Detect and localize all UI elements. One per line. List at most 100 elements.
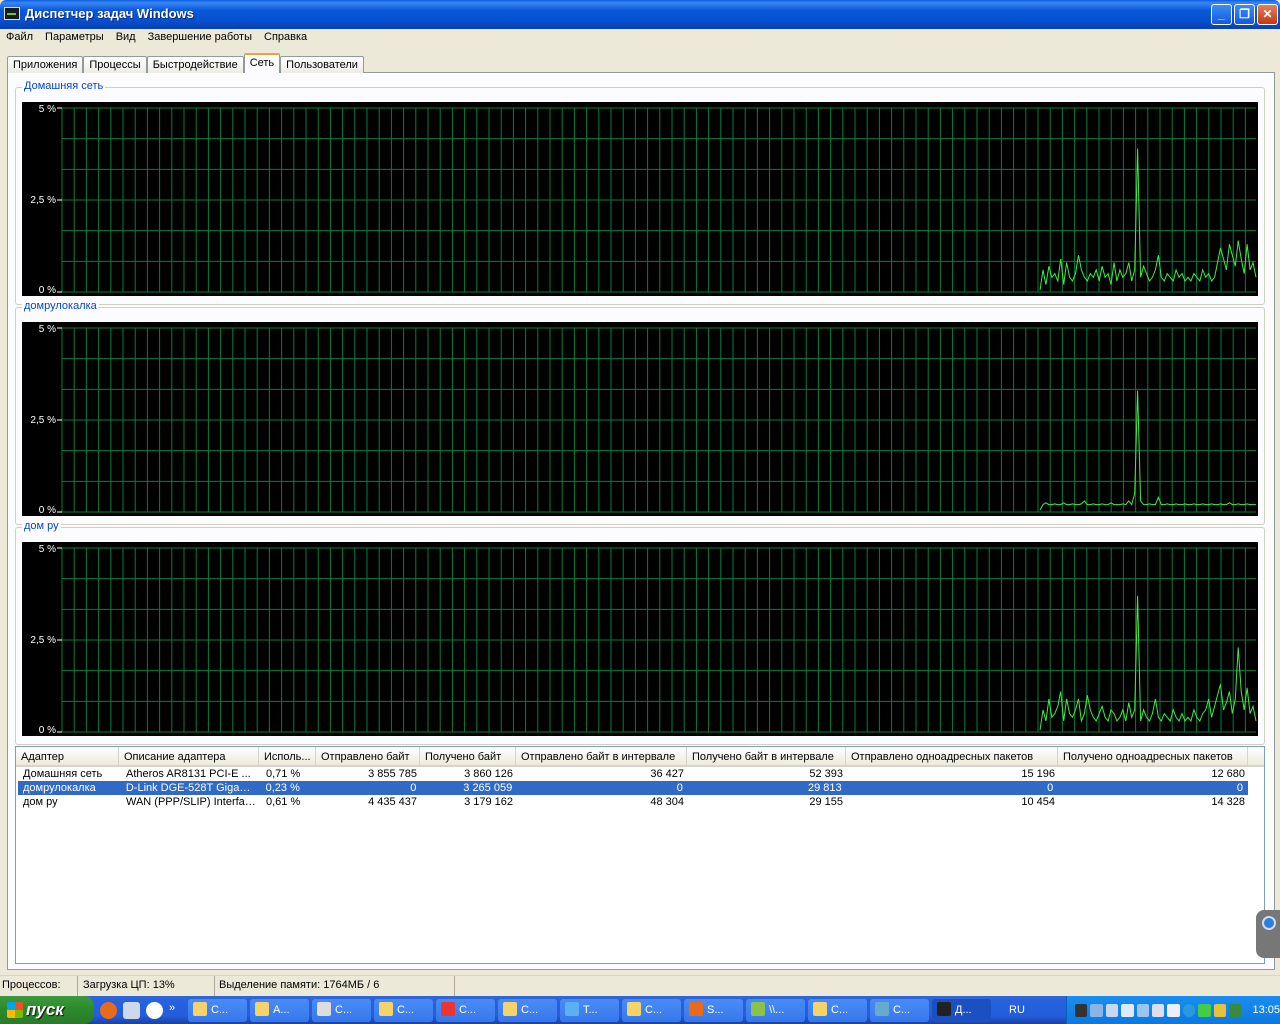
taskbar-window-button[interactable]: С... [188, 998, 247, 1022]
tray-icon[interactable] [1198, 1003, 1211, 1017]
window-icon [441, 1001, 455, 1016]
taskbar-window-button[interactable]: S... [684, 998, 743, 1022]
adapter-list[interactable]: Адаптер Описание адаптера Исполь... Отправл… [15, 746, 1265, 964]
status-memory: Выделение памяти: 1764МБ / 6 [215, 976, 455, 996]
table-row[interactable]: Домашняя сеть Atheros AR8131 PCI-E ... 0,7… [18, 767, 1264, 781]
taskbar-window-button[interactable]: С... [622, 998, 681, 1022]
window-icon [813, 1001, 827, 1016]
taskbar-window-button[interactable]: С... [870, 998, 929, 1022]
signal-icon[interactable] [1121, 1003, 1134, 1017]
menu-help[interactable]: Справка [258, 30, 313, 49]
network-icon[interactable] [1105, 1003, 1119, 1017]
shield-icon[interactable] [1152, 1003, 1165, 1017]
y-tick-label: 2,5 % [30, 195, 56, 206]
system-tray: 13:05 [1066, 996, 1280, 1024]
taskbar-button-label: С... [831, 1003, 849, 1016]
taskbar-window-button[interactable]: Т... [560, 998, 619, 1022]
network-graph-group-local: домрулокалка 5 % 2,5 % 0 % [15, 300, 1265, 525]
adapter-list-header: Адаптер Описание адаптера Исполь... Отправл… [16, 747, 1264, 767]
medical-icon[interactable] [146, 1001, 163, 1019]
menu-options[interactable]: Параметры [39, 30, 110, 49]
table-cell: 36 427 [650, 768, 684, 780]
network-graph-local: 5 % 2,5 % 0 % [22, 322, 1258, 516]
taskbar-button-label: С... [893, 1003, 911, 1016]
tab-performance[interactable]: Быстродействие [146, 56, 244, 73]
table-row[interactable]: домрулокалка D-Link DGE-528T Gigabi... 0,2… [18, 781, 1248, 795]
taskbar-button-label: Т... [583, 1003, 598, 1016]
side-gadget[interactable] [1256, 910, 1280, 958]
y-tick-label: 2,5 % [30, 635, 56, 646]
window-icon [255, 1001, 269, 1016]
table-cell: 0,71 % [266, 768, 301, 780]
tab-applications[interactable]: Приложения [7, 56, 84, 73]
column-header[interactable]: Отправлено байт в интервале [516, 747, 687, 765]
tray-icon[interactable] [1213, 1003, 1227, 1017]
maximize-button[interactable]: ❐ [1234, 4, 1255, 25]
taskbar-window-button[interactable]: С... [312, 998, 371, 1022]
taskbar-button-label: С... [459, 1003, 477, 1016]
column-header[interactable]: Получено одноадресных пакетов [1058, 747, 1248, 765]
window-icon [751, 1001, 765, 1016]
taskbar-button-label: \\... [769, 1003, 785, 1016]
language-indicator[interactable]: RU [997, 1004, 1037, 1016]
tab-processes[interactable]: Процессы [83, 56, 147, 73]
volume-icon[interactable] [1167, 1003, 1180, 1017]
minimize-button[interactable]: _ [1211, 4, 1232, 25]
taskbar-window-button[interactable]: \\... [746, 998, 805, 1022]
table-cell: 0 [676, 782, 683, 794]
table-cell: 3 860 126 [464, 768, 513, 780]
firefox-icon[interactable] [100, 1001, 117, 1019]
y-tick-label: 5 % [39, 324, 56, 335]
column-header[interactable]: Отправлено одноадресных пакетов [846, 747, 1058, 765]
column-header[interactable]: Получено байт [420, 747, 516, 765]
menu-view[interactable]: Вид [110, 30, 142, 49]
show-desktop-icon[interactable] [123, 1001, 140, 1019]
column-header[interactable]: Описание адаптера [119, 747, 259, 765]
table-row[interactable]: дом ру WAN (PPP/SLIP) Interface 0,61 % 4 43… [18, 795, 1264, 809]
network-graph-svg: 5 % 2,5 % 0 % [30, 104, 1257, 296]
table-cell: 4 435 437 [368, 796, 417, 808]
taskbar-window-button[interactable]: С... [498, 998, 557, 1022]
table-cell: 10 454 [1021, 796, 1055, 808]
table-cell: 48 304 [650, 796, 684, 808]
close-button[interactable]: ✕ [1257, 4, 1278, 25]
menu-shutdown[interactable]: Завершение работы [142, 30, 258, 49]
task-manager-icon [4, 7, 20, 20]
table-cell: домрулокалка [23, 782, 96, 794]
table-cell: 52 393 [809, 768, 843, 780]
window-icon [875, 1001, 889, 1016]
taskbar-window-button[interactable]: С... [436, 998, 495, 1022]
menu-file[interactable]: Файл [0, 30, 39, 49]
title-bar[interactable]: Диспетчер задач Windows _ ❐ ✕ [0, 0, 1280, 29]
y-tick-label: 5 % [39, 544, 56, 555]
taskbar-button-label: С... [521, 1003, 539, 1016]
table-cell: 12 680 [1211, 768, 1245, 780]
taskbar-window-button[interactable]: Д... [932, 998, 991, 1022]
start-button[interactable]: пуск [0, 996, 94, 1024]
table-cell: 15 196 [1021, 768, 1055, 780]
network-graph-svg: 5 % 2,5 % 0 % [30, 324, 1256, 516]
network-icon[interactable] [1136, 1003, 1150, 1017]
taskbar-buttons: С... А... С... С... С... С... Т... С... S... \\..… [185, 998, 991, 1022]
taskbar-window-button[interactable]: С... [808, 998, 867, 1022]
task-manager-tray-icon[interactable] [1229, 1003, 1242, 1017]
taskbar-window-button[interactable]: А... [250, 998, 309, 1022]
network-icon[interactable] [1090, 1003, 1103, 1017]
skype-icon[interactable] [1182, 1003, 1196, 1017]
window-icon [937, 1001, 951, 1016]
tab-users[interactable]: Пользователи [280, 56, 364, 73]
status-cpu: Загрузка ЦП: 13% [78, 976, 215, 996]
chevron-icon[interactable]: » [169, 1002, 179, 1019]
column-header[interactable]: Получено байт в интервале [687, 747, 846, 765]
column-header[interactable]: Отправлено байт [316, 747, 420, 765]
column-header[interactable]: Исполь... [259, 747, 316, 765]
taskbar-button-label: С... [645, 1003, 663, 1016]
column-header[interactable]: Адаптер [16, 747, 119, 765]
graph-label: Домашняя сеть [22, 80, 106, 92]
window-icon [689, 1001, 703, 1016]
table-cell: D-Link DGE-528T Gigabi... [125, 782, 258, 794]
taskbar-window-button[interactable]: С... [374, 998, 433, 1022]
table-cell: 0 [1047, 782, 1054, 794]
tab-network[interactable]: Сеть [243, 53, 281, 73]
tray-icon[interactable] [1075, 1003, 1088, 1017]
